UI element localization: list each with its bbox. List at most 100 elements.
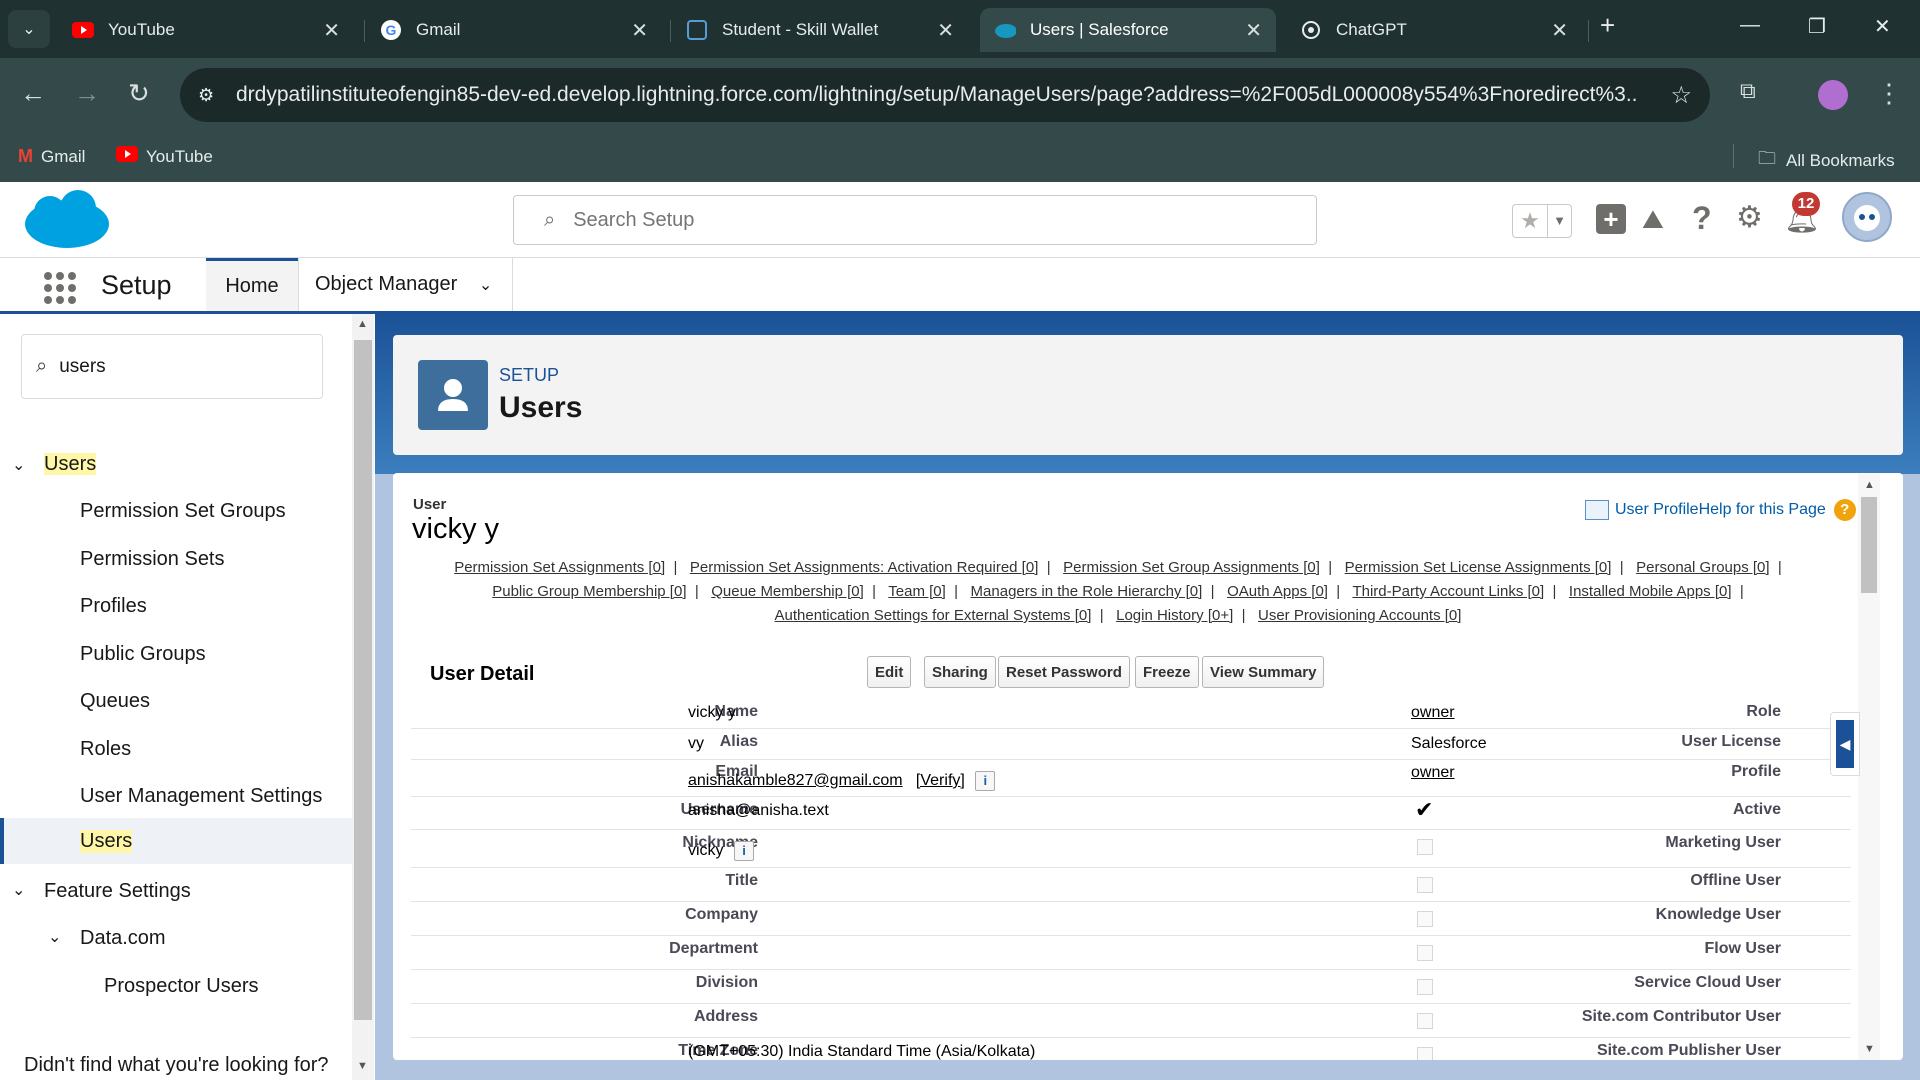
browser-tab-youtube[interactable]: YouTube ✕ xyxy=(58,8,354,52)
related-link[interactable]: Login History [0+] xyxy=(1116,607,1233,624)
related-link[interactable]: Permission Set Assignments [0] xyxy=(454,559,665,576)
browser-tab-salesforce[interactable]: Users | Salesforce ✕ xyxy=(980,8,1276,52)
reload-button[interactable]: ↻ xyxy=(128,78,150,109)
forward-button[interactable]: → xyxy=(74,78,100,109)
reset-password-button[interactable]: Reset Password xyxy=(998,656,1130,688)
minimize-button[interactable]: — xyxy=(1740,14,1760,37)
tab-object-manager[interactable]: Object Manager ⌄ xyxy=(298,258,513,311)
trailhead-icon[interactable]: ⛰ xyxy=(1642,204,1664,236)
page-title: Users xyxy=(499,391,583,424)
site-settings-icon[interactable]: ⚙ xyxy=(198,85,214,106)
url-text[interactable]: drdypatilinstituteofengin85-dev-ed.devel… xyxy=(236,83,1636,107)
side-panel-toggle[interactable]: ◀ xyxy=(1830,712,1860,776)
user-detail-panel: User vicky y User Profile Help for this … xyxy=(393,473,1903,1060)
sidebar-scrollbar[interactable]: ▲ ▼ xyxy=(352,314,374,1080)
help-icon[interactable]: ? xyxy=(1833,499,1856,521)
tree-item-prospector-users[interactable]: Prospector Users xyxy=(104,975,259,998)
related-link[interactable]: Permission Set Group Assignments [0] xyxy=(1063,559,1320,576)
bookmark-gmail[interactable]: M Gmail xyxy=(18,146,85,167)
related-link[interactable]: Queue Membership [0] xyxy=(711,583,864,600)
tree-item-feature-settings[interactable]: Feature Settings xyxy=(44,880,191,903)
related-link[interactable]: Public Group Membership [0] xyxy=(492,583,686,600)
related-link[interactable]: Team [0] xyxy=(888,583,946,600)
setup-gear-icon[interactable]: ⚙ xyxy=(1736,200,1763,235)
browser-tab-gmail[interactable]: G Gmail ✕ xyxy=(366,8,662,52)
tree-toggle-users[interactable]: ⌄ xyxy=(12,453,25,476)
field-value-profile[interactable]: owner xyxy=(1411,764,1455,782)
all-bookmarks-button[interactable]: 🗀 All Bookmarks xyxy=(1758,146,1895,176)
close-tab-icon[interactable]: ✕ xyxy=(323,18,340,43)
setup-search-input[interactable] xyxy=(573,208,1274,232)
freeze-button[interactable]: Freeze xyxy=(1135,656,1199,688)
global-actions-icon[interactable]: + xyxy=(1596,204,1626,234)
restore-button[interactable]: ❐ xyxy=(1808,14,1826,39)
salesforce-logo[interactable] xyxy=(22,190,112,257)
related-link[interactable]: Authentication Settings for External Sys… xyxy=(775,607,1092,624)
related-link[interactable]: Managers in the Role Hierarchy [0] xyxy=(971,583,1203,600)
chevron-down-icon: ⌄ xyxy=(48,929,62,946)
tree-item-profiles[interactable]: Profiles xyxy=(80,595,147,618)
tree-toggle-feature-settings[interactable]: ⌄ xyxy=(12,878,25,901)
close-tab-icon[interactable]: ✕ xyxy=(937,18,954,43)
scroll-down-arrow[interactable]: ▼ xyxy=(1864,1043,1875,1055)
help-icon[interactable]: ? xyxy=(1692,200,1712,237)
scroll-up-arrow[interactable]: ▲ xyxy=(1864,479,1875,491)
tree-item-user-management-settings[interactable]: User Management Settings xyxy=(80,785,322,808)
browser-menu-icon[interactable]: ⋮ xyxy=(1876,78,1902,109)
close-tab-icon[interactable]: ✕ xyxy=(1551,18,1568,43)
related-link[interactable]: Permission Set License Assignments [0] xyxy=(1345,559,1612,576)
tree-item-public-groups[interactable]: Public Groups xyxy=(80,643,206,666)
quick-find-input[interactable]: users xyxy=(59,356,105,378)
tree-toggle-data-com[interactable]: ⌄ xyxy=(48,925,61,948)
scroll-thumb[interactable] xyxy=(354,340,372,1020)
tree-item-users[interactable]: Users xyxy=(44,453,97,476)
view-summary-button[interactable]: View Summary xyxy=(1202,656,1325,688)
bookmark-star-icon[interactable]: ☆ xyxy=(1670,81,1692,110)
new-tab-button[interactable]: + xyxy=(1600,10,1615,41)
email-link[interactable]: anishakamble827@gmail.com xyxy=(688,772,903,789)
scroll-thumb[interactable] xyxy=(1861,497,1877,593)
quick-find-box[interactable]: ⌕ users xyxy=(21,334,323,399)
bookmark-youtube[interactable]: YouTube xyxy=(116,146,213,167)
related-link[interactable]: User Provisioning Accounts [0] xyxy=(1258,607,1461,624)
setup-search-box[interactable]: ⌕ xyxy=(513,195,1317,245)
related-link[interactable]: OAuth Apps [0] xyxy=(1227,583,1328,600)
related-link[interactable]: Personal Groups [0] xyxy=(1636,559,1769,576)
verify-link[interactable]: [Verify] xyxy=(916,772,965,789)
info-icon[interactable]: i xyxy=(734,841,755,861)
tree-item-permission-set-groups[interactable]: Permission Set Groups xyxy=(80,500,286,523)
detail-scrollbar[interactable]: ▲ ▼ xyxy=(1858,473,1880,1060)
help-for-page-link[interactable]: Help for this Page xyxy=(1699,501,1826,519)
tree-item-users-selected[interactable]: Users xyxy=(0,818,352,864)
related-link[interactable]: Permission Set Assignments: Activation R… xyxy=(690,559,1039,576)
user-avatar[interactable] xyxy=(1842,192,1892,242)
address-bar[interactable]: ⚙ drdypatilinstituteofengin85-dev-ed.dev… xyxy=(180,68,1710,122)
field-label-role: Role xyxy=(1746,703,1781,720)
related-link[interactable]: Third-Party Account Links [0] xyxy=(1352,583,1544,600)
tree-item-roles[interactable]: Roles xyxy=(80,738,131,761)
scroll-down-arrow[interactable]: ▼ xyxy=(357,1060,368,1072)
scroll-up-arrow[interactable]: ▲ xyxy=(357,318,368,330)
tree-item-data-com[interactable]: Data.com xyxy=(80,927,166,950)
tree-item-permission-sets[interactable]: Permission Sets xyxy=(80,548,225,571)
tab-search-button[interactable]: ⌄ xyxy=(8,10,50,48)
close-window-button[interactable]: ✕ xyxy=(1874,14,1891,39)
close-tab-icon[interactable]: ✕ xyxy=(1245,18,1262,43)
favorites-button[interactable]: ★ ▼ xyxy=(1512,204,1572,238)
close-tab-icon[interactable]: ✕ xyxy=(631,18,648,43)
edit-button[interactable]: Edit xyxy=(867,656,912,688)
back-button[interactable]: ← xyxy=(20,78,46,109)
profile-avatar[interactable] xyxy=(1818,80,1848,110)
browser-tab-skill-wallet[interactable]: Student - Skill Wallet ✕ xyxy=(672,8,968,52)
extensions-icon[interactable]: ⧉ xyxy=(1740,78,1756,104)
tree-item-queues[interactable]: Queues xyxy=(80,690,150,713)
tab-home[interactable]: Home xyxy=(206,258,298,311)
related-link[interactable]: Installed Mobile Apps [0] xyxy=(1569,583,1732,600)
user-profile-link[interactable]: User Profile xyxy=(1615,501,1699,519)
app-launcher-icon[interactable] xyxy=(44,272,76,304)
sharing-button[interactable]: Sharing xyxy=(924,656,996,688)
field-value-role[interactable]: owner xyxy=(1411,704,1455,722)
info-icon[interactable]: i xyxy=(975,771,996,791)
chevron-down-icon[interactable]: ⌄ xyxy=(479,277,492,294)
browser-tab-chatgpt[interactable]: ChatGPT ✕ xyxy=(1286,8,1582,52)
